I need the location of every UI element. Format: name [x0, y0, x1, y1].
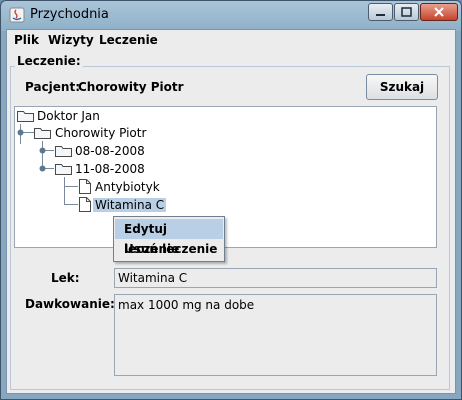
- dosage-label: Dawkowanie:: [25, 297, 115, 311]
- document-icon: [79, 179, 91, 194]
- treatment-tree[interactable]: Doktor Jan Chorowity Piotr 08-08-2008 11…: [14, 106, 437, 248]
- title-bar[interactable]: Przychodnia: [1, 1, 461, 29]
- group-title: Leczenie:: [15, 54, 83, 68]
- minimize-icon: [376, 14, 385, 16]
- patient-label: Pacjent:: [25, 80, 81, 94]
- expand-handle-icon[interactable]: [38, 164, 47, 173]
- maximize-button[interactable]: [394, 3, 419, 21]
- menu-wizyty[interactable]: Wizyty: [48, 33, 94, 47]
- drug-field[interactable]: Witamina C: [114, 268, 437, 288]
- main-panel: Plik Wizyty Leczenie Leczenie: Pacjent: …: [6, 29, 456, 394]
- tree-node-treatment-1[interactable]: Antybiotyk: [95, 180, 160, 194]
- folder-icon: [17, 111, 34, 122]
- expand-handle-icon[interactable]: [38, 146, 47, 155]
- close-button[interactable]: [420, 3, 458, 21]
- expand-handle-icon[interactable]: [16, 128, 25, 137]
- window-title: Przychodnia: [30, 7, 109, 22]
- tree-node-visit-2[interactable]: 11-08-2008: [75, 162, 145, 176]
- search-button[interactable]: Szukaj: [366, 74, 438, 100]
- delete-treatment-menu-item[interactable]: Usuń leczenie: [115, 239, 223, 259]
- menu-plik[interactable]: Plik: [14, 33, 39, 47]
- document-icon: [79, 197, 91, 212]
- maximize-icon: [401, 7, 412, 17]
- context-menu: Edytuj leczenie Usuń leczenie: [113, 216, 225, 262]
- tree-node-patient[interactable]: Chorowity Piotr: [55, 126, 146, 140]
- java-app-icon: [9, 7, 25, 23]
- tree-node-doktor[interactable]: Doktor Jan: [37, 109, 100, 123]
- patient-name: Chorowity Piotr: [78, 80, 184, 94]
- close-icon: [434, 7, 444, 17]
- app-window: Przychodnia Plik Wizyty Leczenie Leczeni…: [0, 0, 462, 400]
- drug-label: Lek:: [51, 271, 80, 285]
- tree-node-visit-1[interactable]: 08-08-2008: [75, 144, 145, 158]
- dosage-textarea[interactable]: max 1000 mg na dobe: [114, 294, 437, 376]
- tree-connector: [64, 186, 78, 187]
- folder-icon: [34, 128, 51, 139]
- folder-icon: [55, 146, 72, 157]
- tree-connector: [64, 204, 78, 205]
- menu-bar: Plik Wizyty Leczenie: [7, 30, 455, 52]
- folder-icon: [55, 164, 72, 175]
- tree-connector: [64, 177, 65, 205]
- edit-treatment-menu-item[interactable]: Edytuj leczenie: [115, 219, 223, 256]
- tree-node-treatment-2[interactable]: Witamina C: [93, 198, 167, 212]
- minimize-button[interactable]: [368, 3, 393, 21]
- menu-leczenie[interactable]: Leczenie: [99, 33, 158, 47]
